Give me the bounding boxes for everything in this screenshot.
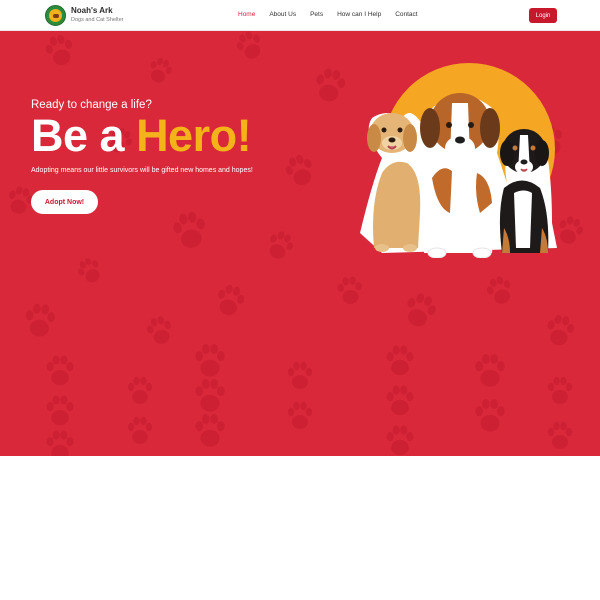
login-button[interactable]: Login (529, 8, 557, 23)
nav-about-us[interactable]: About Us (269, 11, 296, 18)
brand-name: Noah's Ark (71, 6, 113, 16)
top-navbar: Noah's Ark Dogs and Cat Shelter Home Abo… (0, 0, 600, 31)
three-puppies-illustration (360, 63, 557, 258)
headline-accent: Hero! (136, 110, 252, 161)
hero-headline: Be a Hero! (31, 110, 252, 161)
content-below-hero (0, 456, 600, 600)
adopt-now-button[interactable]: Adopt Now! (31, 190, 98, 214)
headline-part-1: Be a (31, 110, 137, 161)
brand[interactable]: Noah's Ark Dogs and Cat Shelter (45, 5, 124, 26)
shelter-logo-icon (45, 5, 66, 26)
nav-contact[interactable]: Contact (395, 11, 417, 18)
main-nav: Home About Us Pets How can I Help Contac… (238, 11, 432, 18)
hero-banner: Ready to change a life? Be a Hero! Adopt… (0, 31, 600, 456)
nav-how-can-i-help[interactable]: How can I Help (337, 11, 381, 18)
brand-tagline: Dogs and Cat Shelter (71, 17, 124, 24)
hero-subtext: Adopting means our little survivors will… (31, 167, 253, 174)
nav-home[interactable]: Home (238, 11, 255, 18)
nav-pets[interactable]: Pets (310, 11, 323, 18)
